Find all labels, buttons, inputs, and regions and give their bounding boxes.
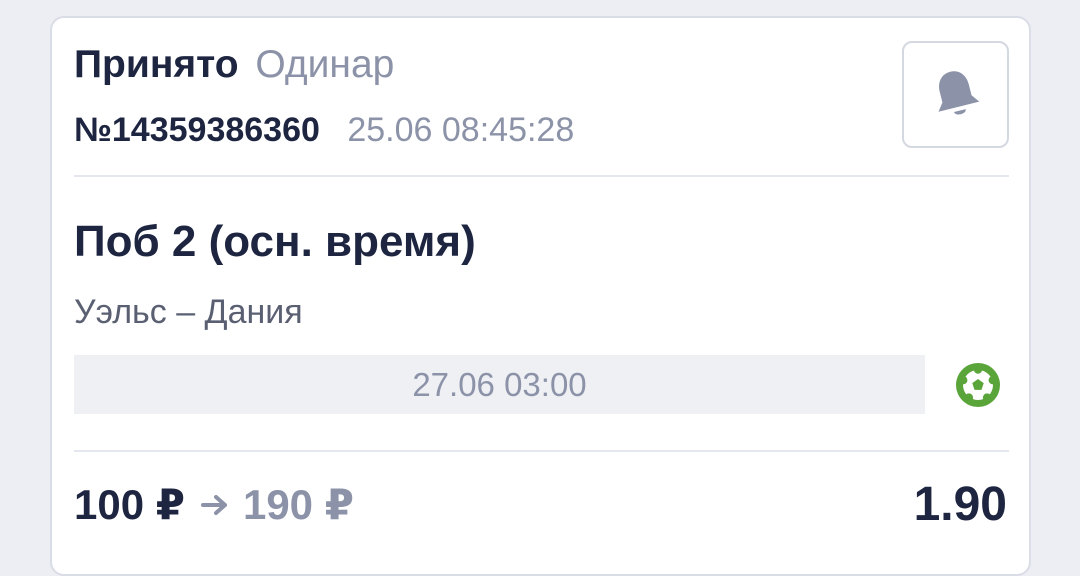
bet-type: Одинар (255, 43, 395, 86)
bet-meta: №14359386360 25.06 08:45:28 (74, 110, 574, 150)
notification-button[interactable] (902, 41, 1009, 148)
arrow-right-icon (200, 493, 229, 517)
divider (74, 450, 1009, 452)
stake-amount: 100 ₽ (74, 481, 185, 528)
football-icon (956, 363, 1000, 407)
bet-header: Принято Одинар (74, 42, 394, 88)
event-start-time: 27.06 03:00 (74, 355, 925, 414)
match-teams: Уэльс – Дания (74, 293, 303, 331)
bet-odds: 1.90 (913, 478, 1007, 531)
event-start-time-label: 27.06 03:00 (412, 365, 587, 403)
potential-payout: 190 ₽ (242, 481, 354, 528)
divider (74, 175, 1009, 177)
bet-status: Принято (74, 43, 239, 86)
bet-card: Принято Одинар №14359386360 25.06 08:45:… (50, 16, 1031, 576)
bet-number: №14359386360 (74, 111, 320, 149)
bet-outcome: Поб 2 (осн. время) (74, 217, 476, 266)
bet-placed-datetime: 25.06 08:45:28 (347, 111, 575, 149)
bell-icon (938, 70, 979, 114)
bet-amounts: 100 ₽ 190 ₽ (74, 480, 354, 530)
